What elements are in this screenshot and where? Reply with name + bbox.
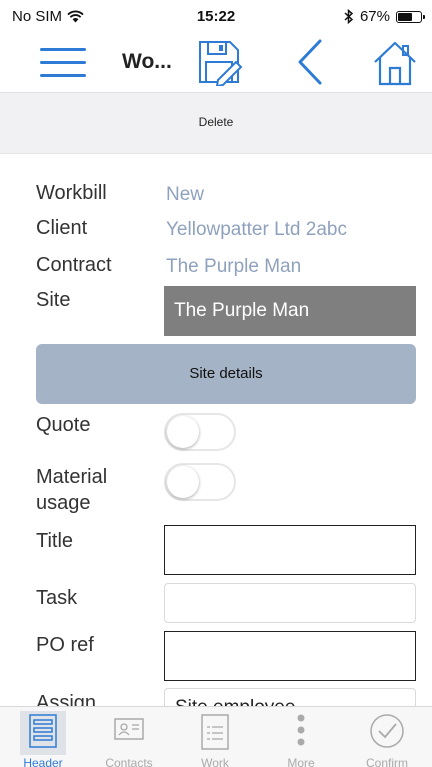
delete-button[interactable]: Delete [0,115,432,129]
tab-more[interactable]: More [258,707,344,767]
title-label: Title [36,530,74,552]
home-button[interactable] [372,40,418,86]
toggle-knob [167,416,199,448]
tab-bar: Header Contacts Work More Confirm [0,706,432,767]
contract-value[interactable]: The Purple Man [166,256,301,278]
tab-label: More [287,756,315,767]
tab-label: Confirm [365,756,408,767]
task-label: Task [36,587,78,609]
tab-header[interactable]: Header [0,707,86,767]
battery-percent: 67% [359,8,390,25]
page-title: Wo... [122,50,172,73]
quote-toggle[interactable] [164,413,236,451]
floppy-disk-edit-icon [199,41,243,88]
menu-button[interactable] [38,44,88,80]
battery-icon [396,10,425,23]
header-icon [29,714,57,748]
material-usage-label: Material usage [36,466,108,514]
tab-contacts[interactable]: Contacts [86,707,172,767]
chevron-left-icon [298,39,322,85]
bluetooth-icon [344,9,354,24]
contacts-icon [114,718,144,740]
tab-work[interactable]: Work [172,707,258,767]
material-usage-toggle[interactable] [164,463,236,501]
toggle-knob [167,466,199,498]
tab-confirm[interactable]: Confirm [344,707,430,767]
task-input[interactable] [164,583,416,623]
client-value[interactable]: Yellowpatter Ltd 2abc [166,219,347,241]
site-details-button[interactable]: Site details [36,344,416,404]
po-ref-input[interactable] [164,631,416,681]
tab-label: Contacts [105,756,153,767]
client-label: Client [36,217,88,239]
navigation-bar: Wo... [0,30,432,92]
title-input[interactable] [164,525,416,575]
workbill-label: Workbill [36,182,107,204]
back-button[interactable] [290,38,330,86]
action-bar: Delete [0,92,432,154]
hamburger-menu-icon [40,48,86,77]
home-icon [374,41,416,86]
site-label: Site [36,289,71,311]
save-button[interactable] [196,38,244,88]
status-right: 67% [344,8,425,25]
status-bar: No SIM 15:22 67% [0,0,432,30]
contract-label: Contract [36,254,112,276]
tab-label: Work [201,756,229,767]
tab-label: Header [23,756,63,767]
confirm-icon [370,714,404,748]
site-field[interactable]: The Purple Man [164,286,416,336]
quote-label: Quote [36,414,91,436]
work-icon [201,714,229,750]
more-icon [297,714,305,746]
po-ref-label: PO ref [36,634,94,656]
workbill-value: New [166,184,205,205]
